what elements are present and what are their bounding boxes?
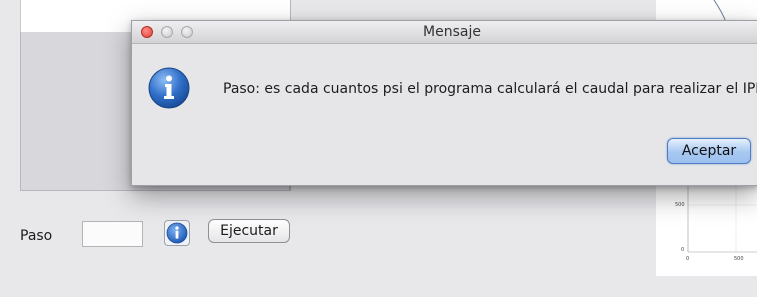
x-tick-500: 500 xyxy=(734,256,744,262)
help-info-button[interactable] xyxy=(164,220,190,246)
y-tick-500: 500 xyxy=(675,202,685,208)
run-button[interactable]: Ejecutar xyxy=(208,219,290,243)
info-icon xyxy=(148,67,190,109)
paso-label: Paso xyxy=(20,228,53,244)
dialog-titlebar[interactable]: Mensaje xyxy=(132,21,757,44)
x-tick-0: 0 xyxy=(686,256,690,262)
accept-button[interactable]: Aceptar xyxy=(667,138,751,164)
info-icon xyxy=(166,222,188,244)
message-dialog: Mensaje Paso: es cada cuantos psi el pro… xyxy=(131,20,757,186)
paso-input[interactable] xyxy=(82,221,143,247)
dialog-message: Paso: es cada cuantos psi el programa ca… xyxy=(223,81,757,97)
y-tick-0: 0 xyxy=(681,247,685,253)
dialog-title: Mensaje xyxy=(423,24,481,40)
